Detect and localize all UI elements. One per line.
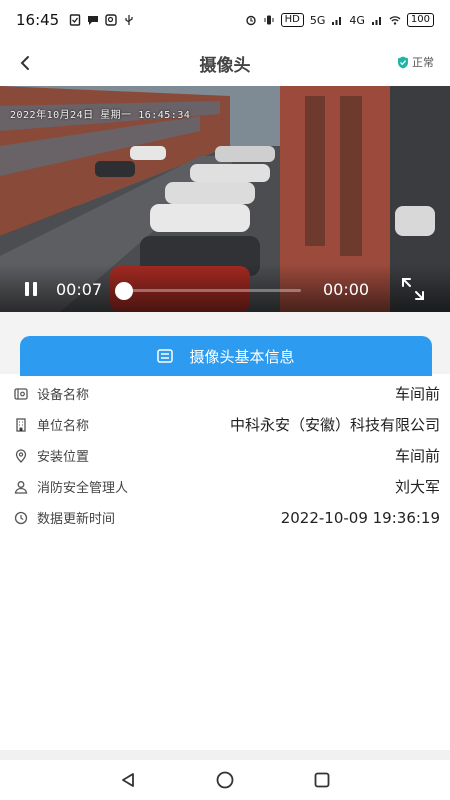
fullscreen-button[interactable] [400, 276, 426, 302]
nav-recents-button[interactable] [309, 767, 335, 793]
nav-back-button[interactable] [115, 767, 141, 793]
status-label: 正常 [412, 56, 434, 69]
camera-info-list: 设备名称 车间前 单位名称 中科永安（安徽）科技有限公司 安装位置 车间前 消防… [0, 378, 450, 533]
square-recents-icon [314, 772, 330, 788]
video-timestamp-overlay: 2022年10月24日 星期一 16:45:34 [10, 110, 191, 121]
progress-bar[interactable] [115, 282, 301, 300]
network-4g: 4G [349, 13, 365, 27]
row-label: 设备名称 [37, 388, 90, 403]
network-5g: 5G [309, 13, 326, 27]
wifi-icon [389, 16, 401, 25]
info-row-device-name: 设备名称 车间前 [0, 378, 450, 409]
row-label: 单位名称 [37, 419, 90, 434]
signal-icon-2 [371, 17, 381, 25]
fullscreen-icon [402, 278, 424, 300]
nav-home-button[interactable] [212, 767, 238, 793]
pause-button[interactable] [20, 278, 42, 300]
info-card-icon [157, 349, 174, 363]
online-status-badge: 正常 [397, 54, 434, 70]
bottom-divider [0, 750, 450, 760]
page-title: 摄像头 [199, 55, 251, 76]
info-row-install-location: 安装位置 车间前 [0, 440, 450, 471]
row-value: 2022-10-09 19:36:19 [280, 508, 440, 527]
info-row-update-time: 数据更新时间 2022-10-09 19:36:19 [0, 502, 450, 533]
row-label: 安装位置 [37, 450, 90, 465]
status-bar: 16:45 HD 5G 4G 100 [0, 0, 450, 40]
status-time: 16:45 [16, 11, 60, 29]
current-time: 00:07 [56, 280, 103, 299]
battery-indicator: 100 [406, 13, 434, 27]
clock-icon [14, 511, 28, 524]
location-pin-icon [15, 448, 27, 463]
back-button[interactable] [10, 48, 40, 78]
triangle-back-icon [122, 773, 135, 787]
row-label: 数据更新时间 [37, 512, 116, 527]
building-icon [16, 417, 26, 432]
person-icon [14, 480, 28, 494]
usb-icon [125, 15, 133, 25]
back-arrow-icon [20, 56, 29, 70]
shield-check-icon [398, 56, 408, 68]
chat-icon [88, 16, 99, 25]
video-controls: 00:07 00:00 [0, 264, 450, 312]
system-nav-bar [0, 760, 450, 800]
signal-icon [332, 17, 342, 25]
alarm-icon [245, 15, 256, 26]
row-value: 中科永安（安徽）科技有限公司 [229, 416, 440, 434]
row-label: 消防安全管理人 [37, 481, 129, 496]
vibrate-icon [264, 15, 274, 25]
device-icon [14, 387, 28, 400]
camera-video-player[interactable]: 2022年10月24日 星期一 16:45:34 00:07 00:00 [0, 86, 450, 312]
info-row-unit-name: 单位名称 中科永安（安徽）科技有限公司 [0, 409, 450, 440]
duration-time: 00:00 [323, 280, 370, 299]
info-row-safety-manager: 消防安全管理人 刘大军 [0, 471, 450, 502]
basic-info-tab-label: 摄像头基本信息 [189, 347, 295, 366]
app-header: 摄像头 正常 [0, 40, 450, 86]
hd-badge: HD [280, 13, 304, 27]
row-value: 车间前 [394, 447, 440, 465]
search-app-icon [105, 14, 117, 26]
row-value: 车间前 [394, 385, 440, 403]
row-value: 刘大军 [394, 478, 440, 496]
circle-home-icon [216, 771, 234, 789]
task-icon [70, 14, 81, 26]
notification-icons [69, 14, 135, 26]
progress-thumb[interactable] [115, 282, 133, 300]
system-status-icons: HD 5G 4G 100 [245, 13, 434, 27]
pause-icon [25, 282, 37, 296]
basic-info-tab[interactable]: 摄像头基本信息 [20, 336, 432, 376]
